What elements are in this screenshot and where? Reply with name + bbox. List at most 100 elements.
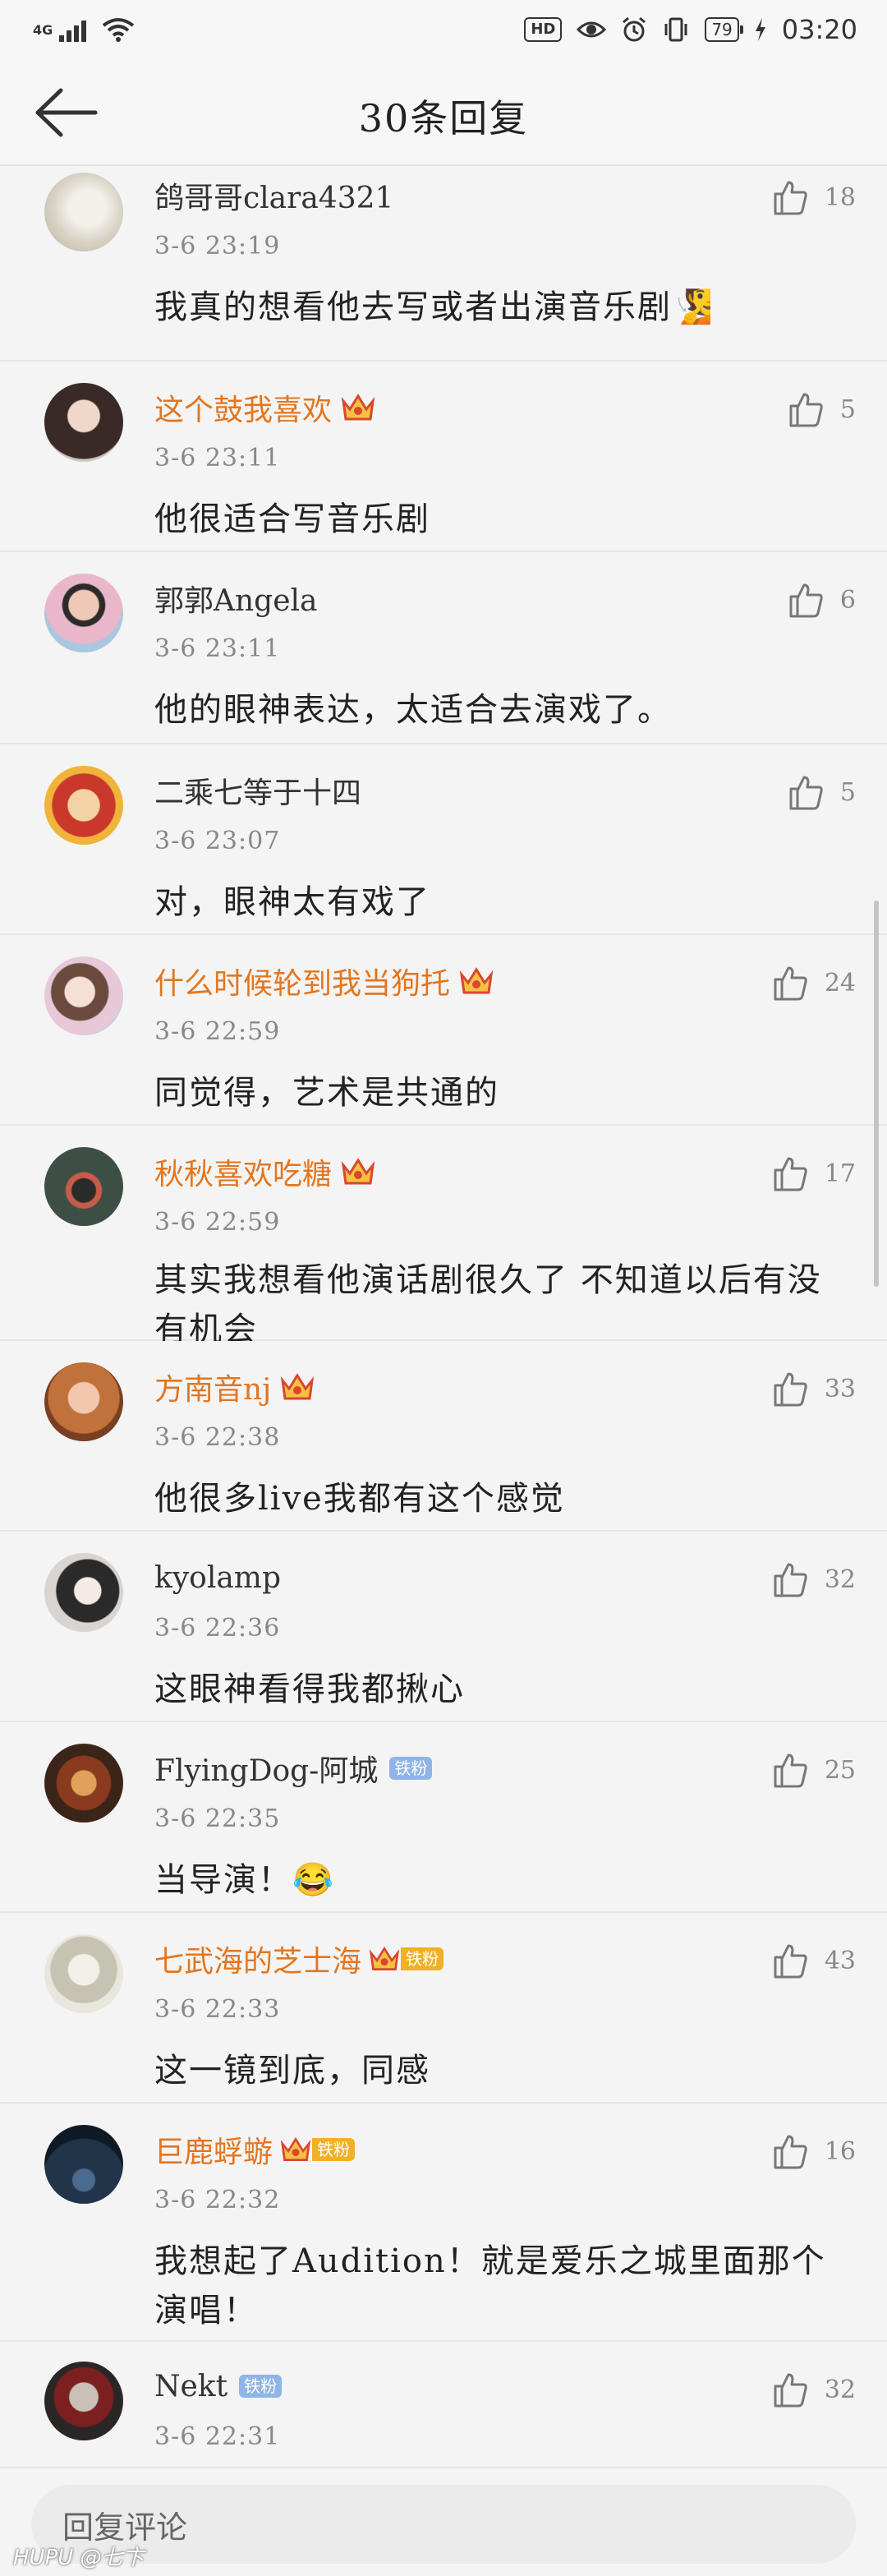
crown-icon bbox=[340, 389, 376, 426]
crown-icon bbox=[458, 963, 494, 999]
avatar[interactable] bbox=[44, 1934, 123, 2013]
avatar[interactable] bbox=[44, 956, 123, 1035]
clock: 03:20 bbox=[781, 14, 857, 45]
like-button[interactable]: 18 bbox=[770, 177, 856, 217]
like-count: 33 bbox=[824, 1374, 856, 1403]
avatar[interactable] bbox=[44, 1744, 123, 1823]
like-button[interactable]: 24 bbox=[770, 963, 856, 1002]
username[interactable]: 七武海的芝士海 bbox=[154, 1938, 361, 1980]
like-button[interactable]: 32 bbox=[770, 2370, 856, 2409]
like-count: 32 bbox=[824, 2375, 856, 2404]
like-button[interactable]: 16 bbox=[770, 2131, 856, 2171]
like-count: 25 bbox=[824, 1755, 856, 1785]
comment-item: 二乘七等于十四 3-6 23:07 对，眼神太有戏了 5 bbox=[0, 744, 887, 935]
thumbs-up-icon bbox=[774, 181, 807, 215]
thumbs-up-icon bbox=[789, 393, 823, 427]
status-right: HD 79 03:20 bbox=[524, 14, 857, 45]
username[interactable]: 二乘七等于十四 bbox=[154, 769, 361, 812]
username[interactable]: FlyingDog-阿城 bbox=[154, 1747, 378, 1790]
signal-icon bbox=[59, 21, 87, 42]
like-count: 24 bbox=[824, 968, 856, 998]
like-count: 43 bbox=[824, 1946, 856, 1975]
comment-time: 3-6 22:32 bbox=[154, 2186, 281, 2214]
avatar[interactable] bbox=[44, 1553, 123, 1632]
like-button[interactable]: 43 bbox=[770, 1941, 856, 1980]
avatar[interactable] bbox=[44, 1147, 123, 1226]
thumbs-up-icon bbox=[774, 1157, 807, 1191]
like-count: 17 bbox=[824, 1159, 856, 1188]
like-button[interactable]: 33 bbox=[770, 1369, 856, 1408]
like-button[interactable]: 5 bbox=[786, 389, 856, 429]
avatar[interactable] bbox=[44, 574, 123, 652]
vibrate-icon bbox=[664, 17, 687, 42]
network-label: 4G bbox=[33, 21, 53, 38]
avatar[interactable] bbox=[44, 173, 123, 251]
like-count: 6 bbox=[839, 585, 856, 615]
comment-item: FlyingDog-阿城 铁粉 3-6 22:35 当导演！😂 25 bbox=[0, 1722, 887, 1913]
like-button[interactable]: 25 bbox=[770, 1750, 856, 1790]
crown-icon bbox=[279, 1369, 315, 1405]
comment-item: 什么时候轮到我当狗托 3-6 22:59 同觉得，艺术是共通的 24 bbox=[0, 935, 887, 1126]
comment-time: 3-6 23:11 bbox=[154, 444, 281, 472]
comment-time: 3-6 22:33 bbox=[154, 1995, 281, 2024]
avatar[interactable] bbox=[44, 766, 123, 845]
avatar[interactable] bbox=[44, 2362, 123, 2440]
status-left: 4G bbox=[33, 17, 135, 42]
wifi-icon bbox=[103, 18, 135, 42]
like-count: 18 bbox=[824, 182, 856, 212]
like-count: 32 bbox=[824, 1564, 856, 1594]
alarm-icon bbox=[623, 16, 646, 42]
crown-icon bbox=[369, 1946, 400, 1970]
comment-time: 3-6 23:19 bbox=[154, 232, 281, 260]
thumbs-up-icon bbox=[774, 966, 807, 1001]
like-button[interactable]: 6 bbox=[786, 580, 856, 620]
username[interactable]: 方南音nj bbox=[154, 1366, 271, 1408]
like-button[interactable]: 32 bbox=[770, 1560, 856, 1599]
avatar[interactable] bbox=[44, 383, 123, 462]
comment-item: 秋秋喜欢吃糖 3-6 22:59 其实我想看他演话剧很久了 不知道以后有没有机会… bbox=[0, 1126, 887, 1348]
thumbs-up-icon bbox=[774, 1372, 807, 1407]
comment-time: 3-6 23:11 bbox=[154, 634, 281, 663]
comment-item: 鸽哥哥clara4321 3-6 23:19 我真的想看他去写或者出演音乐剧🧏 … bbox=[0, 171, 887, 362]
header: 30条回复 bbox=[0, 59, 887, 166]
username[interactable]: kyolamp bbox=[154, 1561, 281, 1595]
comment-time: 3-6 22:31 bbox=[154, 2422, 281, 2451]
thumbs-up-icon bbox=[789, 583, 823, 618]
comment-item: 巨鹿蜉蝣 铁粉 3-6 22:32 我想起了Audition！就是爱乐之城里面那… bbox=[0, 2104, 887, 2342]
username[interactable]: Nekt bbox=[154, 2370, 227, 2403]
thumbs-up-icon bbox=[774, 2135, 807, 2169]
vip-fan-badge: 铁粉 bbox=[279, 2135, 356, 2164]
comment-time: 3-6 23:07 bbox=[154, 827, 281, 855]
username[interactable]: 什么时候轮到我当狗托 bbox=[154, 960, 450, 1002]
comment-time: 3-6 22:36 bbox=[154, 1614, 281, 1643]
comment-item: kyolamp 3-6 22:36 这眼神看得我都揪心 32 bbox=[0, 1532, 887, 1722]
like-count: 5 bbox=[839, 777, 856, 807]
avatar[interactable] bbox=[44, 1362, 123, 1441]
comment-time: 3-6 22:35 bbox=[154, 1804, 281, 1833]
fan-badge: 铁粉 bbox=[312, 2138, 356, 2161]
fan-badge: 铁粉 bbox=[389, 1757, 433, 1780]
username[interactable]: 鸽哥哥clara4321 bbox=[154, 174, 393, 217]
comment-item: 郭郭Angela 3-6 23:11 他的眼神表达，太适合去演戏了。 6 bbox=[0, 552, 887, 744]
like-button[interactable]: 5 bbox=[786, 772, 856, 812]
like-count: 16 bbox=[824, 2136, 856, 2166]
comment-item: 方南音nj 3-6 22:38 他很多live我都有这个感觉 33 bbox=[0, 1341, 887, 1532]
username[interactable]: 巨鹿蜉蝣 bbox=[154, 2128, 273, 2171]
username[interactable]: 这个鼓我喜欢 bbox=[154, 386, 332, 429]
thumbs-up-icon bbox=[789, 776, 823, 810]
charging-icon bbox=[755, 18, 765, 41]
avatar[interactable] bbox=[44, 2125, 123, 2204]
like-button[interactable]: 17 bbox=[770, 1154, 856, 1193]
comment-time: 3-6 22:59 bbox=[154, 1208, 281, 1237]
comment-text: 我真的想看他去写或者出演音乐剧🧏 bbox=[154, 288, 715, 326]
username[interactable]: 秋秋喜欢吃糖 bbox=[154, 1150, 332, 1193]
vip-fan-badge: 铁粉 bbox=[368, 1944, 444, 1974]
comment-text: 我想起了Audition！就是爱乐之城里面那个演唱！ bbox=[154, 2242, 826, 2329]
comment-list: 鸽哥哥clara4321 3-6 23:19 我真的想看他去写或者出演音乐剧🧏 … bbox=[0, 168, 887, 2490]
reply-input[interactable]: 回复评论 bbox=[31, 2485, 856, 2564]
page-title: 30条回复 bbox=[358, 96, 529, 141]
username[interactable]: 郭郭Angela bbox=[154, 577, 318, 620]
scrollbar[interactable] bbox=[874, 901, 879, 1287]
watermark: HUPU @七卞 bbox=[13, 2546, 145, 2570]
thumbs-up-icon bbox=[774, 2373, 807, 2408]
